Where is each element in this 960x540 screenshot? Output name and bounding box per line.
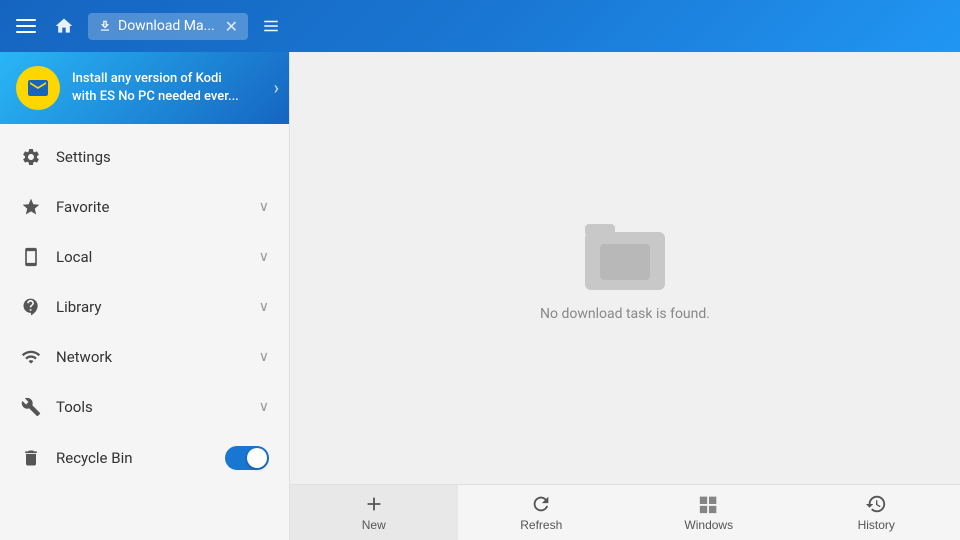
recycle-bin-toggle[interactable]: [225, 446, 269, 470]
library-icon: [20, 296, 42, 318]
content-area: No download task is found. New Ref: [290, 52, 960, 540]
network-icon: [20, 346, 42, 368]
more-button[interactable]: [258, 13, 284, 39]
refresh-icon: [530, 493, 552, 515]
local-icon: [20, 246, 42, 268]
bottom-toolbar: New Refresh Windows: [290, 484, 960, 540]
new-icon: [363, 493, 385, 515]
sidebar-item-recycle-bin[interactable]: Recycle Bin: [0, 432, 289, 484]
sidebar: Install any version of Kodi with ES No P…: [0, 52, 290, 540]
windows-icon: [698, 493, 720, 515]
tools-label: Tools: [56, 398, 245, 416]
history-label: History: [858, 518, 895, 532]
home-button[interactable]: [50, 12, 78, 40]
menu-button[interactable]: [12, 15, 40, 37]
favorite-icon: [20, 196, 42, 218]
download-tab[interactable]: Download Ma... ✕: [88, 13, 248, 40]
promo-icon: [16, 66, 60, 110]
promo-banner[interactable]: Install any version of Kodi with ES No P…: [0, 52, 289, 124]
sidebar-item-tools[interactable]: Tools ∨: [0, 382, 289, 432]
promo-text: Install any version of Kodi with ES No P…: [72, 70, 239, 106]
new-button[interactable]: New: [290, 485, 458, 540]
new-label: New: [362, 518, 386, 532]
sidebar-item-settings[interactable]: Settings: [0, 132, 289, 182]
history-button[interactable]: History: [793, 485, 960, 540]
recycle-bin-icon: [20, 447, 42, 469]
tools-icon: [20, 396, 42, 418]
windows-button[interactable]: Windows: [625, 485, 793, 540]
main-layout: Install any version of Kodi with ES No P…: [0, 52, 960, 540]
header: Download Ma... ✕: [0, 0, 960, 52]
windows-label: Windows: [684, 518, 733, 532]
content-body: No download task is found.: [290, 52, 960, 484]
empty-message: No download task is found.: [540, 306, 710, 322]
sidebar-item-favorite[interactable]: Favorite ∨: [0, 182, 289, 232]
refresh-button[interactable]: Refresh: [458, 485, 626, 540]
tab-label: Download Ma...: [118, 18, 215, 34]
library-label: Library: [56, 298, 245, 316]
sidebar-item-local[interactable]: Local ∨: [0, 232, 289, 282]
settings-label: Settings: [56, 148, 269, 166]
sidebar-item-network[interactable]: Network ∨: [0, 332, 289, 382]
library-chevron-icon: ∨: [259, 299, 269, 315]
settings-icon: [20, 146, 42, 168]
history-icon: [865, 493, 887, 515]
nav-list: Settings Favorite ∨ Local: [0, 124, 289, 540]
promo-arrow-icon: ›: [274, 78, 279, 99]
network-label: Network: [56, 348, 245, 366]
tools-chevron-icon: ∨: [259, 399, 269, 415]
empty-folder-illustration: [580, 214, 670, 294]
favorite-chevron-icon: ∨: [259, 199, 269, 215]
tab-close-button[interactable]: ✕: [225, 17, 238, 36]
refresh-label: Refresh: [520, 518, 562, 532]
download-icon: [98, 19, 112, 33]
recycle-bin-label: Recycle Bin: [56, 449, 211, 467]
favorite-label: Favorite: [56, 198, 245, 216]
sidebar-item-library[interactable]: Library ∨: [0, 282, 289, 332]
network-chevron-icon: ∨: [259, 349, 269, 365]
local-label: Local: [56, 248, 245, 266]
local-chevron-icon: ∨: [259, 249, 269, 265]
